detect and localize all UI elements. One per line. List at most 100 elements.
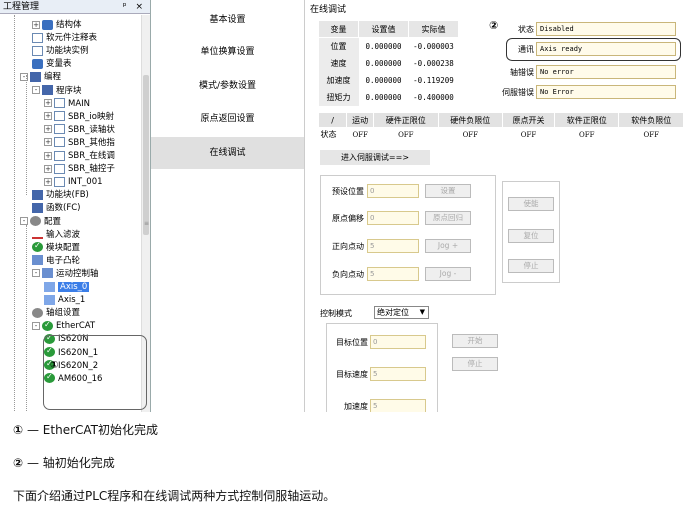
gear-icon bbox=[30, 216, 41, 226]
collapse-icon[interactable]: - bbox=[32, 86, 40, 94]
table-row: 扭矩力 0.000000 -0.400000 bbox=[318, 88, 459, 106]
tree-item[interactable]: 轴组设置 bbox=[32, 307, 80, 319]
menu-unit-conversion[interactable]: 单位换算设置 bbox=[151, 36, 304, 68]
tree-item[interactable]: + SBR_其他指 bbox=[44, 137, 115, 149]
tree-item[interactable]: + SBR_读轴状 bbox=[44, 124, 115, 136]
tree-item[interactable]: + 结构体 bbox=[32, 19, 82, 31]
tree-item-label: Axis_1 bbox=[58, 295, 86, 306]
tree-item[interactable]: 软元件注释表 bbox=[32, 32, 97, 44]
tree-item[interactable]: Axis_0 bbox=[44, 281, 90, 293]
check-icon bbox=[42, 319, 53, 331]
tree-item[interactable]: 函数(FC) bbox=[32, 202, 80, 214]
io-col-motion: 运动 bbox=[346, 112, 375, 128]
servo-error-label: 伺服错误 bbox=[502, 88, 534, 97]
acceleration-input[interactable]: 5 bbox=[370, 399, 426, 412]
stop-button[interactable]: 停止 bbox=[508, 259, 554, 273]
expand-icon[interactable]: + bbox=[44, 177, 52, 186]
doc-icon bbox=[54, 176, 65, 187]
preset-position-input[interactable]: 0 bbox=[367, 184, 419, 198]
comm-label: 通讯 bbox=[518, 45, 534, 54]
actual-value: -0.119209 bbox=[413, 75, 454, 85]
target-position-input[interactable]: 0 bbox=[370, 335, 426, 349]
menu-homing[interactable]: 原点返回设置 bbox=[151, 103, 304, 135]
caption-1-number: ① bbox=[13, 423, 24, 437]
tree-item-label: 输入滤波 bbox=[46, 229, 81, 240]
reset-button[interactable]: 复位 bbox=[508, 229, 554, 243]
menu-online-debug[interactable]: 在线调试 bbox=[151, 137, 304, 169]
io-col-hw-neg-limit: 硬件负限位 bbox=[437, 112, 504, 128]
jog-negative-input[interactable]: 5 bbox=[367, 267, 419, 281]
home-return-button[interactable]: 原点回归 bbox=[425, 211, 471, 225]
set-value: 0.000000 bbox=[365, 58, 402, 68]
set-button[interactable]: 设置 bbox=[425, 184, 471, 198]
expand-icon[interactable]: + bbox=[44, 125, 52, 134]
doc-icon bbox=[32, 32, 43, 43]
table-row: 加速度 0.000000 -0.119209 bbox=[318, 71, 459, 89]
tree-scrollbar-thumb[interactable] bbox=[143, 75, 149, 235]
expand-icon[interactable]: + bbox=[44, 99, 52, 108]
tree-item[interactable]: + SBR_io映射 bbox=[44, 111, 114, 123]
tree-item[interactable]: + MAIN bbox=[44, 98, 90, 110]
tree-item[interactable]: 功能块(FB) bbox=[32, 189, 89, 201]
collapse-icon[interactable]: - bbox=[20, 217, 28, 225]
tree-item[interactable]: + INT_001 bbox=[44, 176, 103, 188]
pin-close-icon[interactable]: ᵖ × bbox=[123, 0, 146, 14]
enable-button[interactable]: 使能 bbox=[508, 197, 554, 211]
expand-icon[interactable]: + bbox=[32, 20, 40, 29]
blue-icon bbox=[42, 19, 53, 30]
doc-icon bbox=[54, 150, 65, 161]
jog-minus-button[interactable]: Jog - bbox=[425, 267, 471, 281]
tree-item-label: 配置 bbox=[44, 216, 62, 227]
tree-item[interactable]: 电子凸轮 bbox=[32, 255, 80, 267]
enter-servo-debug-button[interactable]: 进入伺服调试==> bbox=[320, 150, 430, 165]
set-value: 0.000000 bbox=[365, 41, 402, 51]
start-button[interactable]: 开始 bbox=[452, 334, 498, 348]
tree-item[interactable]: 模块配置 bbox=[32, 240, 80, 254]
tree-item[interactable]: 输入滤波 bbox=[32, 229, 80, 241]
gear-icon bbox=[32, 307, 43, 318]
menu-mode-params[interactable]: 模式/参数设置 bbox=[151, 70, 304, 102]
tree-item-label: SBR_轴控子 bbox=[68, 164, 115, 175]
tree-item[interactable]: 变量表 bbox=[32, 58, 72, 70]
axis-error-value: No error bbox=[536, 65, 676, 79]
tree-item[interactable]: - 程序块 bbox=[32, 85, 82, 97]
expand-icon[interactable]: + bbox=[44, 151, 52, 160]
tree-item[interactable]: 功能块实例 bbox=[32, 45, 89, 57]
tree-item-label: SBR_在线调 bbox=[68, 151, 115, 161]
control-mode-select[interactable]: 绝对定位 ▼ bbox=[374, 306, 429, 319]
caption-1-text: — EtherCAT初始化完成 bbox=[23, 423, 158, 437]
set-value: 0.000000 bbox=[365, 75, 402, 85]
tree-item-label: 轴组设置 bbox=[46, 308, 81, 319]
tree-item-label: 编程 bbox=[44, 72, 62, 83]
expand-icon[interactable]: + bbox=[44, 138, 52, 147]
tree-item[interactable]: + SBR_在线调 bbox=[44, 150, 115, 162]
actual-value: -0.400000 bbox=[413, 92, 454, 102]
home-offset-input[interactable]: 0 bbox=[367, 211, 419, 225]
tree-item[interactable]: + SBR_轴控子 bbox=[44, 163, 115, 175]
tree-item[interactable]: Axis_1 bbox=[44, 294, 85, 306]
menu-basic-settings[interactable]: 基本设置 bbox=[151, 4, 304, 36]
collapse-icon[interactable]: - bbox=[32, 269, 40, 278]
jog-plus-button[interactable]: Jog + bbox=[425, 239, 471, 253]
project-tree-header: 工程管理 ᵖ × bbox=[0, 0, 150, 14]
col-variable: 变量 bbox=[318, 20, 359, 38]
caption-2-number: ② bbox=[13, 456, 24, 470]
axis-icon bbox=[44, 294, 55, 305]
actual-value: -0.000003 bbox=[413, 41, 454, 51]
home-offset-label: 原点偏移 bbox=[332, 214, 364, 223]
tree-item-label: 功能块(FB) bbox=[46, 190, 89, 201]
stop-motion-button[interactable]: 停止 bbox=[452, 357, 498, 371]
motion-icon bbox=[32, 255, 43, 266]
jog-positive-input[interactable]: 5 bbox=[367, 239, 419, 253]
expand-icon[interactable]: + bbox=[44, 112, 52, 121]
scrollbar-grip-icon: ≡ bbox=[144, 220, 150, 227]
preset-position-label: 预设位置 bbox=[332, 187, 364, 196]
caption-2-text: — 轴初始化完成 bbox=[23, 456, 115, 470]
expand-icon[interactable]: + bbox=[44, 164, 52, 173]
doc-icon bbox=[32, 45, 43, 56]
callout-1: ① bbox=[50, 360, 59, 371]
collapse-icon[interactable]: - bbox=[32, 321, 40, 330]
tree-item[interactable]: - 运动控制轴 bbox=[32, 268, 99, 280]
target-speed-input[interactable]: 5 bbox=[370, 367, 426, 381]
tree-item[interactable]: - EtherCAT bbox=[32, 319, 95, 332]
